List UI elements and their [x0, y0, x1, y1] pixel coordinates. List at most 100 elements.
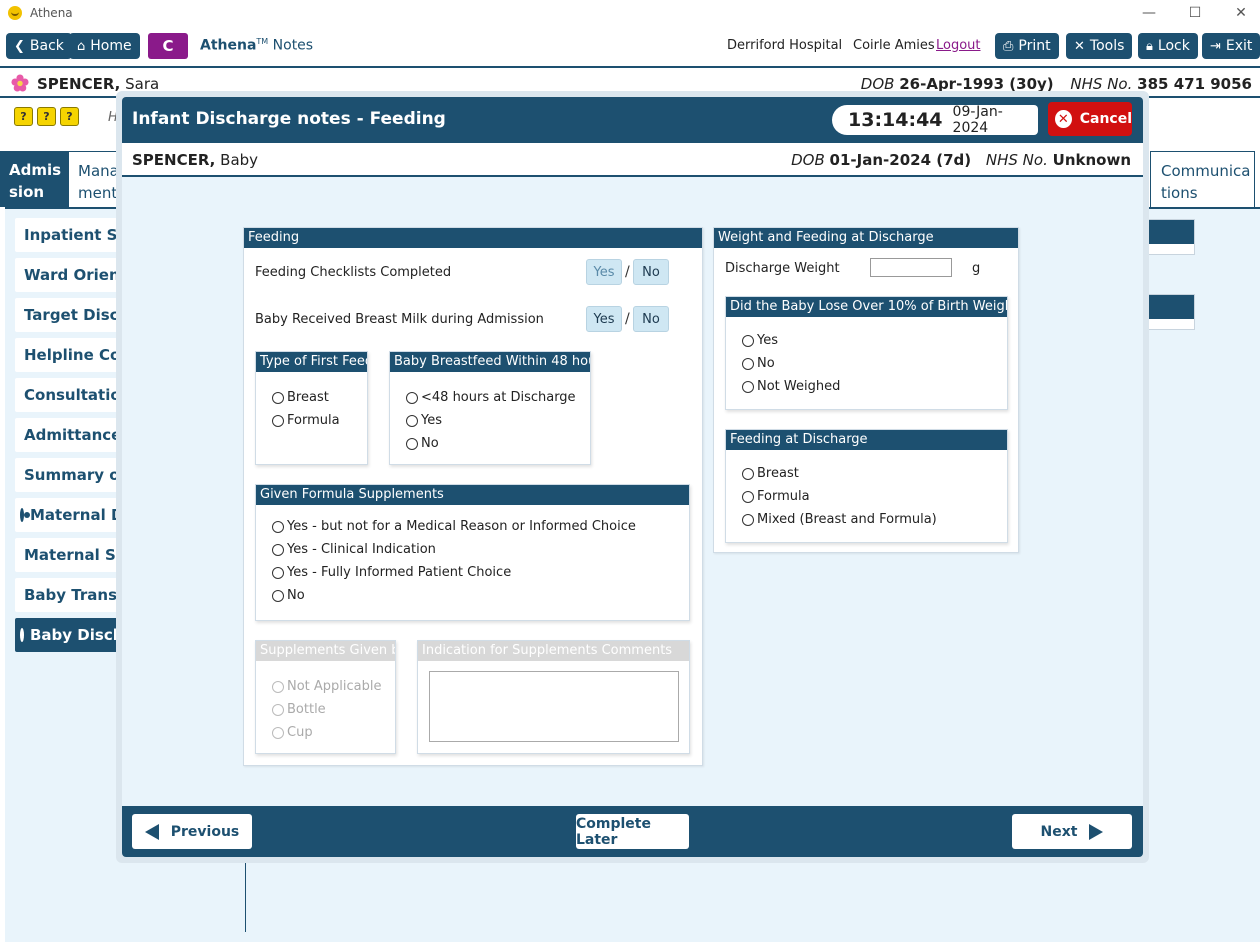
discharge-formula-option[interactable]: Formula	[742, 489, 810, 504]
back-button[interactable]: ❮ Back	[6, 33, 72, 59]
close-window-button[interactable]: ✕	[1218, 0, 1260, 26]
nav-item[interactable]: Helpline Contact	[15, 338, 125, 372]
first-feed-formula-option[interactable]: Formula	[272, 413, 340, 428]
lose10-group: Did the Baby Lose Over 10% of Birth Weig…	[725, 296, 1008, 410]
discharge-weight-input[interactable]	[870, 258, 952, 277]
tab-admission[interactable]: Admis sion	[0, 151, 69, 207]
home-label: Home	[90, 38, 132, 54]
printer-icon: ⎙	[1003, 38, 1014, 54]
nav-item-active[interactable]: Baby Discharge	[15, 618, 125, 652]
radio-icon	[742, 380, 754, 393]
close-icon: ✕	[1055, 110, 1072, 128]
radio-icon	[272, 703, 284, 716]
breastfeed48-group: Baby Breastfeed Within 48 hours <48 hour…	[389, 351, 591, 465]
clock-date: 09-Jan-2024	[952, 104, 1003, 136]
first-feed-group: Type of First Feed Breast Formula	[255, 351, 368, 465]
checklists-yes-button[interactable]: Yes	[586, 259, 622, 285]
nav-item[interactable]: Maternal Discharge	[15, 498, 125, 532]
formula-supplements-title: Given Formula Supplements	[256, 485, 689, 505]
breastfeed48-title: Baby Breastfeed Within 48 hours	[390, 352, 590, 372]
checklists-no-button[interactable]: No	[633, 259, 669, 285]
cancel-button[interactable]: ✕ Cancel	[1048, 102, 1132, 136]
maximize-button[interactable]: ☐	[1172, 0, 1218, 26]
radio-icon	[742, 467, 754, 480]
app-name: AthenaTM Notes	[200, 37, 314, 54]
formula-supplements-group: Given Formula Supplements Yes - but not …	[255, 484, 690, 621]
lose10-not-weighed-option[interactable]: Not Weighed	[742, 379, 840, 394]
c-button[interactable]: C	[148, 33, 188, 59]
radio-icon	[272, 726, 284, 739]
first-feed-breast-option[interactable]: Breast	[272, 390, 329, 405]
nav-item[interactable]: Inpatient Stay	[15, 218, 125, 252]
supplements-given-by-title: Supplements Given by	[256, 641, 395, 661]
breastmilk-no-button[interactable]: No	[633, 306, 669, 332]
breastfeed48-yes-option[interactable]: Yes	[406, 413, 442, 428]
print-button[interactable]: ⎙ Print	[995, 33, 1059, 59]
help-icons: ? ? ?	[14, 107, 79, 126]
formula-supp-option[interactable]: Yes - but not for a Medical Reason or In…	[272, 519, 636, 534]
help-info-icon[interactable]: ?	[60, 107, 79, 126]
clock-time: 13:14:44	[848, 109, 943, 131]
tools-button[interactable]: ✕ Tools	[1066, 33, 1133, 59]
athena-logo-icon	[8, 6, 22, 20]
lose10-yes-option[interactable]: Yes	[742, 333, 778, 348]
discharge-breast-option[interactable]: Breast	[742, 466, 799, 481]
feeding-panel: Feeding Feeding Checklists Completed Yes…	[243, 227, 703, 766]
right-card-1	[1145, 219, 1195, 255]
nav-item[interactable]: Ward Orientation	[15, 258, 125, 292]
next-button[interactable]: Next	[1012, 814, 1132, 849]
radio-icon	[742, 357, 754, 370]
formula-supp-option[interactable]: Yes - Clinical Indication	[272, 542, 436, 557]
feeding-discharge-title: Feeding at Discharge	[726, 430, 1007, 450]
divider	[245, 855, 246, 932]
nav-item[interactable]: Consultation Notes	[15, 378, 125, 412]
minimize-button[interactable]: —	[1126, 0, 1172, 26]
exit-icon: ⇥	[1210, 38, 1221, 54]
lock-button[interactable]: 🔒︎ Lock	[1138, 33, 1198, 59]
tab-management[interactable]: Mana ment	[69, 151, 119, 207]
modal-title: Infant Discharge notes - Feeding	[132, 109, 446, 129]
main-toolbar: ❮ Back ⌂ Home C AthenaTM Notes Derriford…	[0, 28, 1260, 64]
baby-details: DOB 01-Jan-2024 (7d) NHS No. Unknown	[791, 151, 1131, 169]
slash: /	[625, 311, 630, 327]
formula-supp-option[interactable]: Yes - Fully Informed Patient Choice	[272, 565, 511, 580]
nav-item[interactable]: Maternal Self Care	[15, 538, 125, 572]
breastfeed48-no-option[interactable]: No	[406, 436, 439, 451]
baby-banner: SPENCER, Baby DOB 01-Jan-2024 (7d) NHS N…	[122, 143, 1143, 177]
supplements-comments-group: Indication for Supplements Comments	[417, 640, 690, 754]
formula-supp-option[interactable]: No	[272, 588, 305, 603]
nav-item[interactable]: Target Discharge	[15, 298, 125, 332]
radio-icon	[272, 391, 284, 404]
nav-item[interactable]: Admittance Notes	[15, 418, 125, 452]
arrow-left-icon	[144, 823, 159, 840]
radio-icon	[406, 437, 418, 450]
previous-button[interactable]: Previous	[132, 814, 252, 849]
help-icon[interactable]: ?	[37, 107, 56, 126]
modal-body: Infant Discharge notes - Feeding 13:14:4…	[122, 97, 1143, 857]
nav-item[interactable]: Summary of Progress	[15, 458, 125, 492]
radio-filled-icon	[20, 508, 30, 522]
given-by-na-option: Not Applicable	[272, 679, 382, 694]
help-list-icon[interactable]: ?	[14, 107, 33, 126]
lock-icon: 🔒︎	[1146, 38, 1153, 54]
discharge-weight-label: Discharge Weight	[725, 261, 840, 276]
radio-icon	[742, 334, 754, 347]
complete-later-button[interactable]: Complete Later	[576, 814, 689, 849]
window-title: Athena	[30, 6, 73, 20]
chevron-left-icon: ❮	[14, 38, 25, 54]
nav-item[interactable]: Baby Transfer	[15, 578, 125, 612]
logout-link[interactable]: Logout	[936, 38, 981, 53]
breastmilk-yes-button[interactable]: Yes	[586, 306, 622, 332]
home-button[interactable]: ⌂ Home	[69, 33, 140, 59]
given-by-cup-option: Cup	[272, 725, 313, 740]
lose10-no-option[interactable]: No	[742, 356, 775, 371]
breastfeed48-lt48-option[interactable]: <48 hours at Discharge	[406, 390, 576, 405]
exit-button[interactable]: ⇥ Exit	[1202, 33, 1260, 59]
back-label: Back	[29, 38, 64, 54]
lose10-title: Did the Baby Lose Over 10% of Birth Weig…	[726, 297, 1007, 317]
discharge-mixed-option[interactable]: Mixed (Breast and Formula)	[742, 512, 937, 527]
radio-icon	[406, 391, 418, 404]
arrow-right-icon	[1089, 823, 1104, 840]
tab-communications[interactable]: Communica tions	[1150, 151, 1255, 207]
weight-panel-title: Weight and Feeding at Discharge	[714, 228, 1018, 248]
